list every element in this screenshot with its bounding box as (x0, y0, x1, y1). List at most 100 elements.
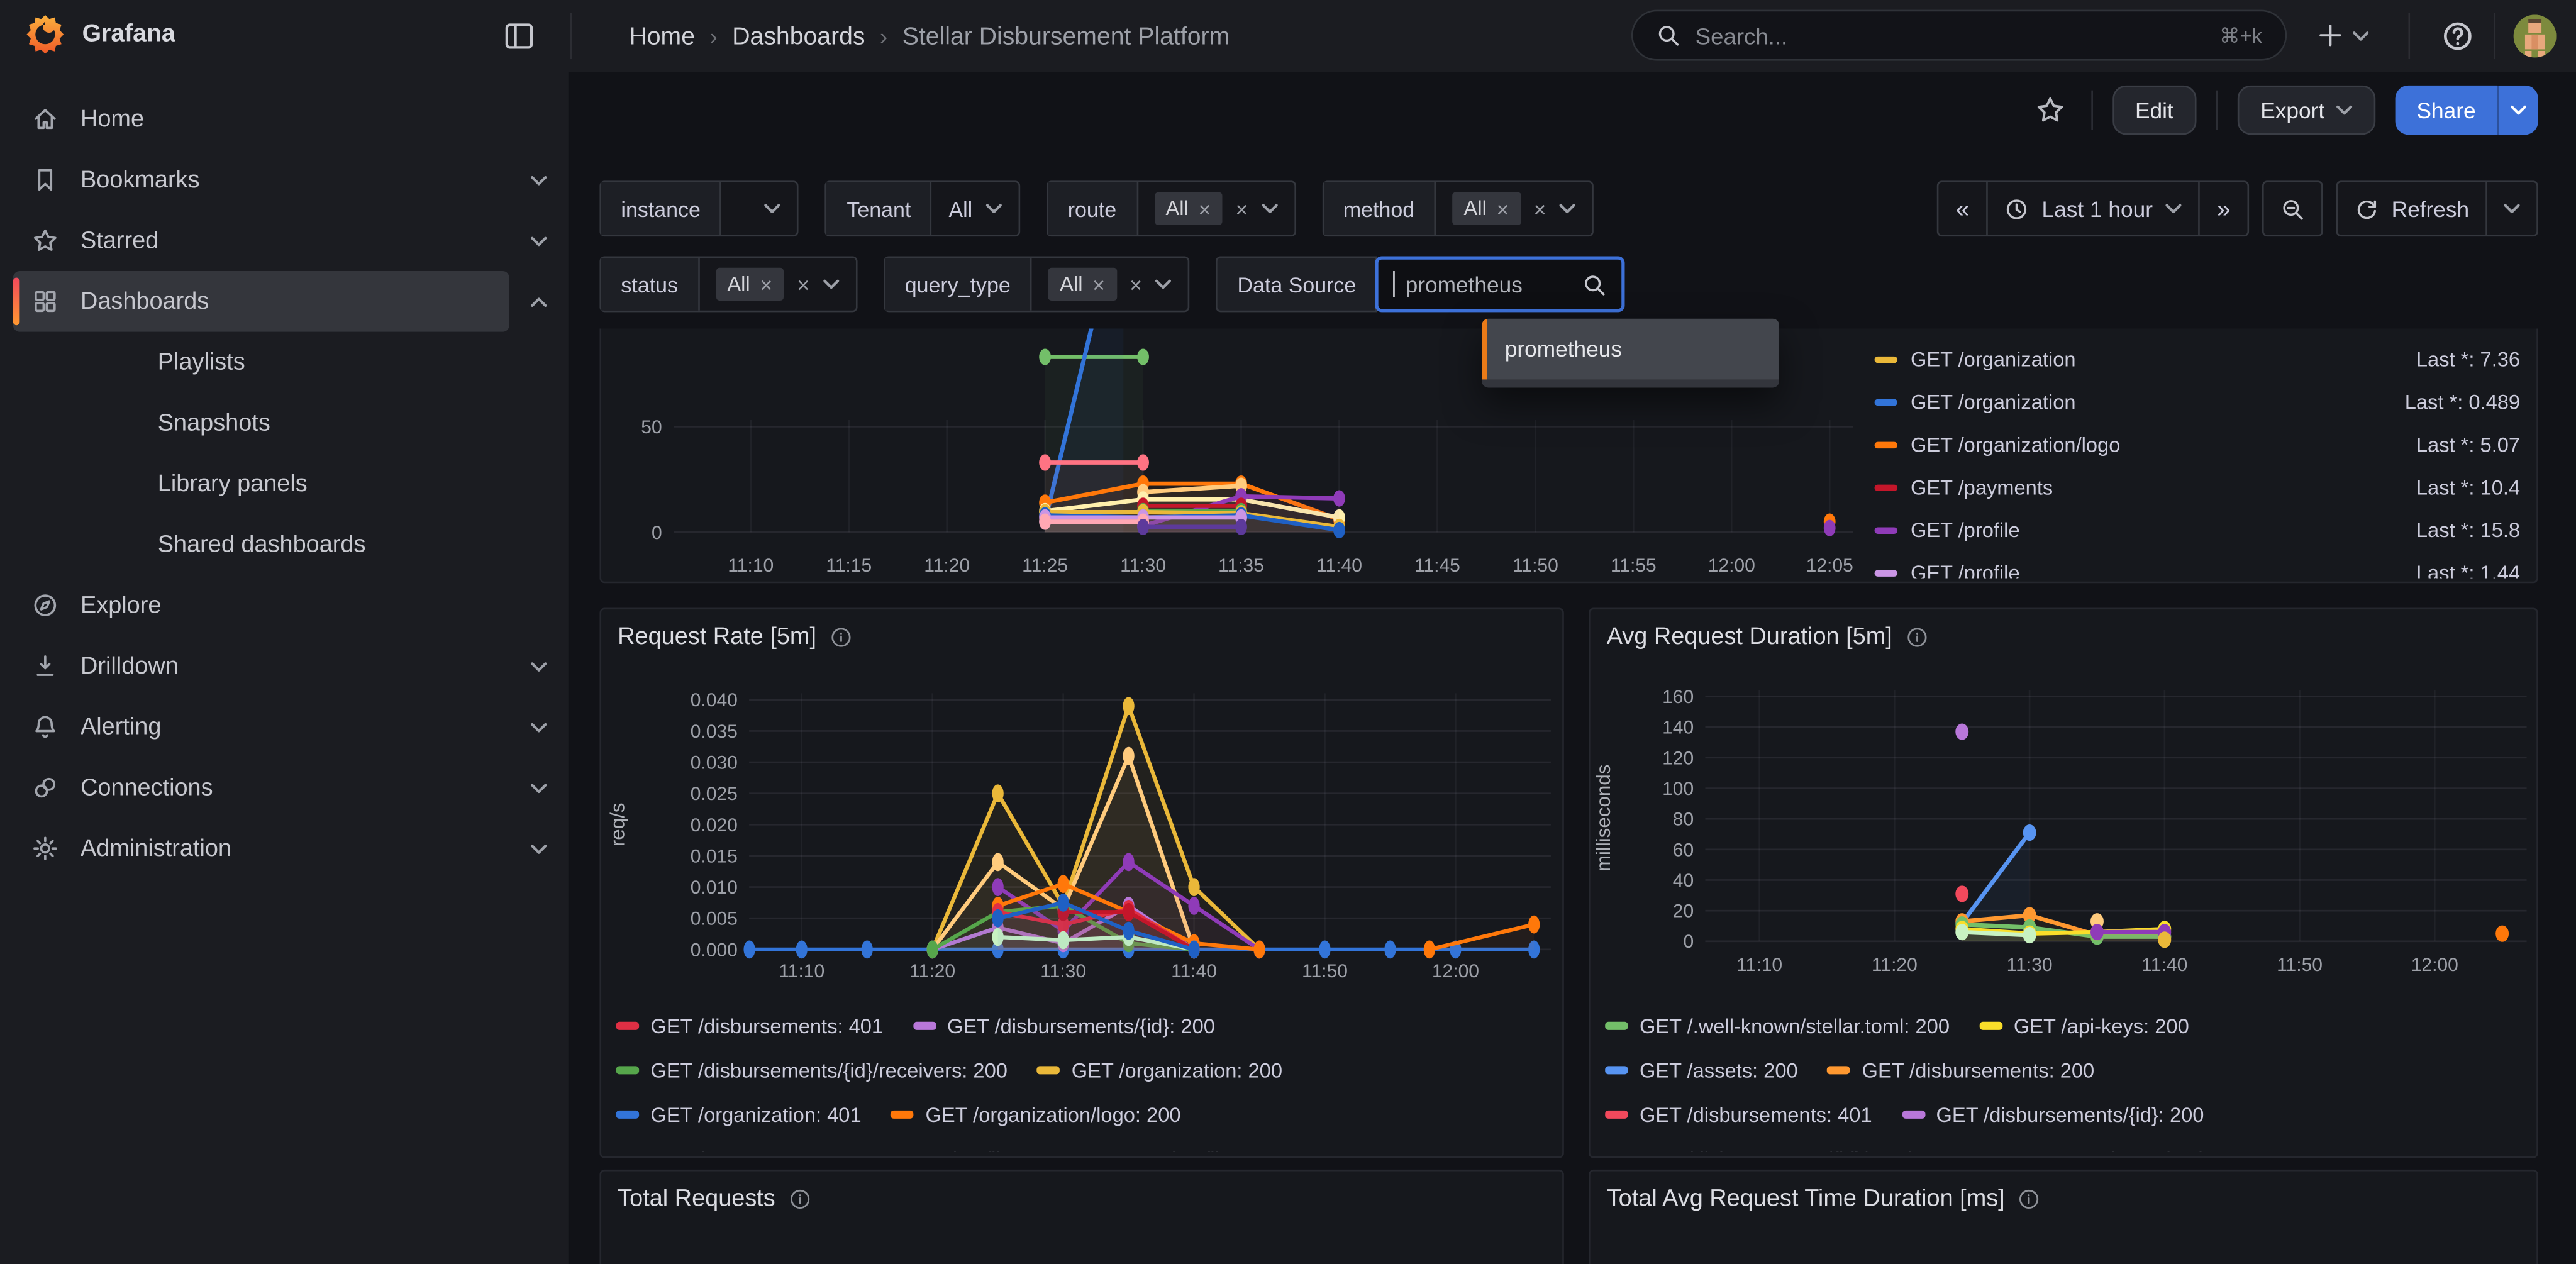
legend-item[interactable]: GET /disbursements/{id}/receivers: 200 (616, 1059, 1008, 1082)
panel-title-text[interactable]: Total Requests (618, 1186, 775, 1212)
panel-title-text[interactable]: Total Avg Request Time Duration [ms] (1607, 1186, 2005, 1212)
legend-item[interactable]: GET /disbursements/{id}: 200 (913, 1014, 1215, 1038)
legend-item[interactable]: GET /assets: 200 (1605, 1059, 1798, 1082)
sidebar-item-chevron[interactable] (509, 722, 569, 732)
filter-route[interactable]: routeAll ×× (1046, 180, 1296, 236)
filter-method[interactable]: methodAll ×× (1322, 180, 1594, 236)
sidebar-subitem-shared-dashboards[interactable]: Shared dashboards (0, 514, 569, 575)
time-range-picker[interactable]: Last 1 hour (1986, 182, 2199, 235)
sidebar-item-administration[interactable]: Administration (0, 818, 569, 879)
breadcrumb-item[interactable]: Stellar Disbursement Platform (902, 22, 1230, 50)
sidebar-subitem-library-panels[interactable]: Library panels (0, 453, 569, 514)
new-menu-button[interactable] (2316, 21, 2369, 49)
sidebar-subitem-playlists[interactable]: Playlists (0, 332, 569, 393)
sidebar-item-home[interactable]: Home (0, 89, 569, 150)
filter-tenant[interactable]: TenantAll (825, 180, 1020, 236)
legend-item[interactable]: GET /disbursements: 401 (1605, 1103, 1872, 1126)
chip-remove-icon[interactable]: × (1092, 272, 1105, 296)
filter-label: method (1324, 182, 1436, 235)
legend-label: GET /organization: 200 (1072, 1059, 1282, 1082)
filter-clear-icon[interactable]: × (1130, 272, 1142, 296)
legend-item[interactable]: GET /disbursements: 200 (1828, 1059, 2095, 1082)
filter-data-source[interactable]: Data Sourceprometheus (1216, 257, 1626, 313)
legend-item[interactable]: GET /disbursements/{id}: 200 (1902, 1103, 2204, 1126)
sidebar-item-chevron[interactable] (509, 843, 569, 853)
datasource-option-prometheus[interactable]: prometheus (1482, 319, 1779, 380)
sidebar-item-bookmarks[interactable]: Bookmarks (0, 150, 569, 211)
filter-clear-icon[interactable]: × (1236, 196, 1248, 221)
help-icon[interactable] (2441, 19, 2474, 52)
plus-icon (2316, 21, 2344, 49)
legend-item[interactable]: GET /disbursements/{id}/receivers: 200 (1605, 1148, 1996, 1152)
zoom-out-button[interactable] (2263, 182, 2321, 235)
sidebar-item-connections[interactable]: Connections (0, 757, 569, 818)
datasource-search-input[interactable]: prometheus (1376, 257, 1626, 313)
legend-item[interactable]: GET /organization: 200 (2026, 1148, 2271, 1152)
legend-row: GET /disbursements: 401 GET /disbursement… (1605, 1092, 2522, 1137)
legend-item[interactable]: GET /organizationLast *: 7.36 (1875, 338, 2521, 381)
panel-title-text[interactable]: Request Rate [5m] (618, 624, 816, 651)
chip-remove-icon[interactable]: × (1199, 196, 1211, 221)
legend-item[interactable]: GET /profileLast *: 15.8 (1875, 509, 2521, 552)
legend-item[interactable]: GET /organizationLast *: 0.489 (1875, 381, 2521, 424)
filter-chip[interactable]: All × (716, 268, 784, 301)
chip-remove-icon[interactable]: × (1497, 196, 1509, 221)
legend-label: GET /disbursements: 200 (1862, 1059, 2095, 1082)
filter-clear-icon[interactable]: × (1534, 196, 1546, 221)
sidebar-item-chevron[interactable] (509, 297, 569, 307)
share-button[interactable]: Share (2396, 86, 2497, 135)
legend-item[interactable]: GET /profileLast *: 1.44 (1875, 552, 2521, 579)
filter-chip[interactable]: All × (1048, 268, 1116, 301)
legend-item[interactable]: GET /disbursements: 401 (616, 1014, 884, 1038)
export-button[interactable]: Export (2238, 86, 2376, 135)
filter-chip[interactable]: All × (1154, 192, 1222, 225)
share-menu-button[interactable] (2497, 86, 2538, 135)
chip-remove-icon[interactable]: × (760, 272, 772, 296)
svg-text:0.015: 0.015 (691, 846, 738, 867)
legend-item[interactable]: GET /profile: 401 (1087, 1148, 1276, 1152)
sidebar-item-chevron[interactable] (509, 783, 569, 793)
edit-button[interactable]: Edit (2112, 86, 2196, 135)
grafana-logo-icon (23, 13, 68, 58)
panel-title-text[interactable]: Avg Request Duration [5m] (1607, 624, 1892, 651)
legend-item[interactable]: GET /payments: 200 (616, 1148, 839, 1152)
info-icon[interactable] (1906, 626, 1929, 649)
info-icon[interactable] (789, 1188, 812, 1211)
time-back-button[interactable]: « (1940, 182, 1986, 235)
sidebar-item-chevron[interactable] (509, 236, 569, 246)
breadcrumb-item[interactable]: Home (629, 22, 695, 50)
user-avatar[interactable] (2514, 15, 2557, 58)
time-forward-button[interactable]: » (2199, 182, 2247, 235)
sidebar-item-chevron[interactable] (509, 175, 569, 185)
legend-item[interactable]: GET /organization: 401 (616, 1103, 862, 1126)
sidebar-item-starred[interactable]: Starred (0, 210, 569, 271)
sidebar-item-dashboards[interactable]: Dashboards (0, 271, 569, 332)
filter-clear-icon[interactable]: × (797, 272, 809, 296)
breadcrumb-item[interactable]: Dashboards (732, 22, 865, 50)
search-input[interactable]: Search... ⌘+k (1631, 10, 2287, 61)
sidebar-item-pill: Administration (13, 818, 509, 879)
legend-item[interactable]: GET /.well-known/stellar.toml: 200 (1605, 1014, 1950, 1038)
sidebar-toggle-icon[interactable] (502, 19, 535, 52)
legend-item[interactable]: GET /profile: 200 (868, 1148, 1057, 1152)
legend-item[interactable]: GET /organization/logo: 200 (891, 1103, 1181, 1126)
info-icon[interactable] (830, 626, 853, 649)
filter-selected-value: All (948, 196, 972, 221)
sidebar-item-explore[interactable]: Explore (0, 575, 569, 636)
filter-instance[interactable]: instance (599, 180, 799, 236)
legend-item[interactable]: GET /organization/logoLast *: 5.07 (1875, 424, 2521, 467)
filter-chip[interactable]: All × (1452, 192, 1520, 225)
refresh-interval-button[interactable] (2485, 182, 2536, 235)
filter-status[interactable]: statusAll ×× (599, 257, 857, 313)
legend-item[interactable]: GET /paymentsLast *: 10.4 (1875, 467, 2521, 509)
star-dashboard-button[interactable] (2028, 89, 2071, 131)
sidebar-item-alerting[interactable]: Alerting (0, 697, 569, 758)
refresh-button[interactable]: Refresh (2337, 182, 2485, 235)
legend-item[interactable]: GET /api-keys: 200 (1979, 1014, 2189, 1038)
filter-query_type[interactable]: query_typeAll ×× (884, 257, 1190, 313)
sidebar-item-chevron[interactable] (509, 661, 569, 671)
sidebar-item-drilldown[interactable]: Drilldown (0, 636, 569, 697)
info-icon[interactable] (2018, 1188, 2041, 1211)
legend-item[interactable]: GET /organization: 200 (1037, 1059, 1282, 1082)
sidebar-subitem-snapshots[interactable]: Snapshots (0, 392, 569, 453)
